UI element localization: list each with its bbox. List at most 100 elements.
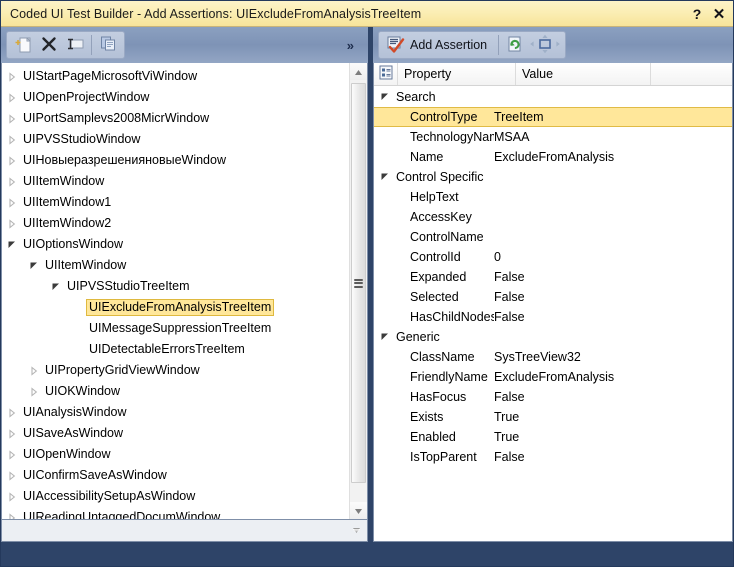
tree-item[interactable]: UIOptionsWindow bbox=[2, 234, 349, 255]
tree-item[interactable]: UIPropertyGridViewWindow bbox=[2, 360, 349, 381]
property-value[interactable]: 0 bbox=[494, 250, 732, 264]
property-row[interactable]: FriendlyName ExcludeFromAnalysis bbox=[374, 367, 732, 387]
tree-expander-collapsed-icon[interactable] bbox=[26, 365, 42, 376]
property-value[interactable]: False bbox=[494, 390, 732, 404]
property-category-row[interactable]: Generic bbox=[374, 327, 732, 347]
delete-button[interactable] bbox=[36, 33, 62, 57]
copy-button[interactable] bbox=[95, 33, 121, 57]
property-row[interactable]: Selected False bbox=[374, 287, 732, 307]
property-row[interactable]: IsTopParent False bbox=[374, 447, 732, 467]
property-value[interactable]: SysTreeView32 bbox=[494, 350, 732, 364]
property-value[interactable]: True bbox=[494, 430, 732, 444]
property-row[interactable]: HasFocus False bbox=[374, 387, 732, 407]
tree-item[interactable]: UIExcludeFromAnalysisTreeItem bbox=[2, 297, 349, 318]
tree-item[interactable]: UIItemWindow bbox=[2, 171, 349, 192]
tree-item[interactable]: UIOpenWindow bbox=[2, 444, 349, 465]
tree-item[interactable]: UIItemWindow2 bbox=[2, 213, 349, 234]
property-value[interactable]: TreeItem bbox=[494, 110, 732, 124]
property-value[interactable]: False bbox=[494, 270, 732, 284]
property-name: IsTopParent bbox=[410, 450, 477, 464]
tree-expander-collapsed-icon[interactable] bbox=[4, 218, 20, 229]
property-row[interactable]: ClassName SysTreeView32 bbox=[374, 347, 732, 367]
triangle-down-icon bbox=[354, 504, 363, 518]
property-row[interactable]: Enabled True bbox=[374, 427, 732, 447]
refresh-button[interactable] bbox=[502, 33, 528, 57]
tree-item[interactable]: UIPortSamplevs2008MicrWindow bbox=[2, 108, 349, 129]
close-button[interactable]: ✕ bbox=[709, 4, 729, 24]
tree-item[interactable]: UIНовыеразрешенияновыеWindow bbox=[2, 150, 349, 171]
property-row[interactable]: Exists True bbox=[374, 407, 732, 427]
property-value[interactable]: ExcludeFromAnalysis bbox=[494, 150, 732, 164]
tree-expander-expanded-icon[interactable] bbox=[4, 240, 20, 250]
tree-expander-collapsed-icon[interactable] bbox=[4, 71, 20, 82]
property-row[interactable]: AccessKey bbox=[374, 207, 732, 227]
tree-item[interactable]: UIOKWindow bbox=[2, 381, 349, 402]
tree-expander-expanded-icon[interactable] bbox=[48, 282, 64, 292]
tree-item[interactable]: UIReadingUntaggedDocumWindow bbox=[2, 507, 349, 519]
tree-dropdown-button[interactable] bbox=[347, 522, 365, 540]
tree-expander-collapsed-icon[interactable] bbox=[4, 449, 20, 460]
tree-item[interactable]: UIAnalysisWindow bbox=[2, 402, 349, 423]
tree-item[interactable]: UIPVSStudioWindow bbox=[2, 129, 349, 150]
tree-expander-collapsed-icon[interactable] bbox=[26, 386, 42, 397]
new-item-button[interactable] bbox=[10, 33, 36, 57]
properties-grid-header: Property Value bbox=[374, 63, 732, 86]
tree-item[interactable]: UIStartPageMicrosoftViWindow bbox=[2, 66, 349, 87]
tree-expander-collapsed-icon[interactable] bbox=[4, 197, 20, 208]
tree-expander-collapsed-icon[interactable] bbox=[4, 470, 20, 481]
tree-item[interactable]: UIDetectableErrorsTreeItem bbox=[2, 339, 349, 360]
help-button[interactable]: ? bbox=[687, 4, 707, 24]
scroll-thumb[interactable] bbox=[351, 83, 366, 483]
tree-expander-collapsed-icon[interactable] bbox=[4, 134, 20, 145]
tree-expander-collapsed-icon[interactable] bbox=[4, 512, 20, 519]
tree-expander-collapsed-icon[interactable] bbox=[4, 491, 20, 502]
tree-item[interactable]: UIItemWindow1 bbox=[2, 192, 349, 213]
tree-expander-collapsed-icon[interactable] bbox=[4, 176, 20, 187]
property-row[interactable]: ControlType TreeItem bbox=[374, 107, 732, 127]
navigate-button[interactable] bbox=[528, 33, 562, 57]
property-category-row[interactable]: Search bbox=[374, 87, 732, 107]
scroll-up-button[interactable] bbox=[350, 63, 367, 80]
column-header-value[interactable]: Value bbox=[516, 63, 651, 85]
add-assertion-button[interactable]: Add Assertion bbox=[382, 33, 495, 57]
property-value[interactable]: MSAA bbox=[494, 130, 732, 144]
category-expander-icon[interactable] bbox=[374, 332, 396, 342]
tree-item[interactable]: UISaveAsWindow bbox=[2, 423, 349, 444]
property-row[interactable]: HelpText bbox=[374, 187, 732, 207]
property-value[interactable]: True bbox=[494, 410, 732, 424]
property-value[interactable]: False bbox=[494, 290, 732, 304]
column-header-property[interactable]: Property bbox=[398, 63, 516, 85]
tree-item[interactable]: UIMessageSuppressionTreeItem bbox=[2, 318, 349, 339]
scroll-down-button[interactable] bbox=[350, 502, 367, 519]
property-row[interactable]: ControlName bbox=[374, 227, 732, 247]
tree-expander-collapsed-icon[interactable] bbox=[4, 92, 20, 103]
tree-item[interactable]: UIItemWindow bbox=[2, 255, 349, 276]
tree-expander-collapsed-icon[interactable] bbox=[4, 113, 20, 124]
property-row[interactable]: Expanded False bbox=[374, 267, 732, 287]
tree-item[interactable]: UIAccessibilitySetupAsWindow bbox=[2, 486, 349, 507]
property-value[interactable]: False bbox=[494, 310, 732, 324]
tree-item[interactable]: UIConfirmSaveAsWindow bbox=[2, 465, 349, 486]
property-value[interactable]: False bbox=[494, 450, 732, 464]
tree-item-label: UIDetectableErrorsTreeItem bbox=[89, 341, 245, 356]
category-expander-icon[interactable] bbox=[374, 172, 396, 182]
property-value[interactable]: ExcludeFromAnalysis bbox=[494, 370, 732, 384]
toolbar-overflow-button[interactable]: » bbox=[343, 38, 363, 53]
scroll-track[interactable] bbox=[350, 80, 367, 502]
property-row[interactable]: Name ExcludeFromAnalysis bbox=[374, 147, 732, 167]
tree-expander-collapsed-icon[interactable] bbox=[4, 428, 20, 439]
property-row[interactable]: HasChildNodes False bbox=[374, 307, 732, 327]
rename-button[interactable] bbox=[62, 33, 88, 57]
object-tree[interactable]: UIStartPageMicrosoftViWindow UIOpenProjec… bbox=[1, 63, 368, 520]
category-expander-icon[interactable] bbox=[374, 92, 396, 102]
tree-expander-collapsed-icon[interactable] bbox=[4, 155, 20, 166]
tree-item[interactable]: UIOpenProjectWindow bbox=[2, 87, 349, 108]
property-category-row[interactable]: Control Specific bbox=[374, 167, 732, 187]
tree-vertical-scrollbar[interactable] bbox=[349, 63, 367, 519]
properties-grid[interactable]: Property Value Search ControlType TreeItem… bbox=[373, 63, 733, 542]
tree-expander-collapsed-icon[interactable] bbox=[4, 407, 20, 418]
property-row[interactable]: TechnologyNameMSAA bbox=[374, 127, 732, 147]
property-row[interactable]: ControlId 0 bbox=[374, 247, 732, 267]
tree-expander-expanded-icon[interactable] bbox=[26, 261, 42, 271]
tree-item[interactable]: UIPVSStudioTreeItem bbox=[2, 276, 349, 297]
